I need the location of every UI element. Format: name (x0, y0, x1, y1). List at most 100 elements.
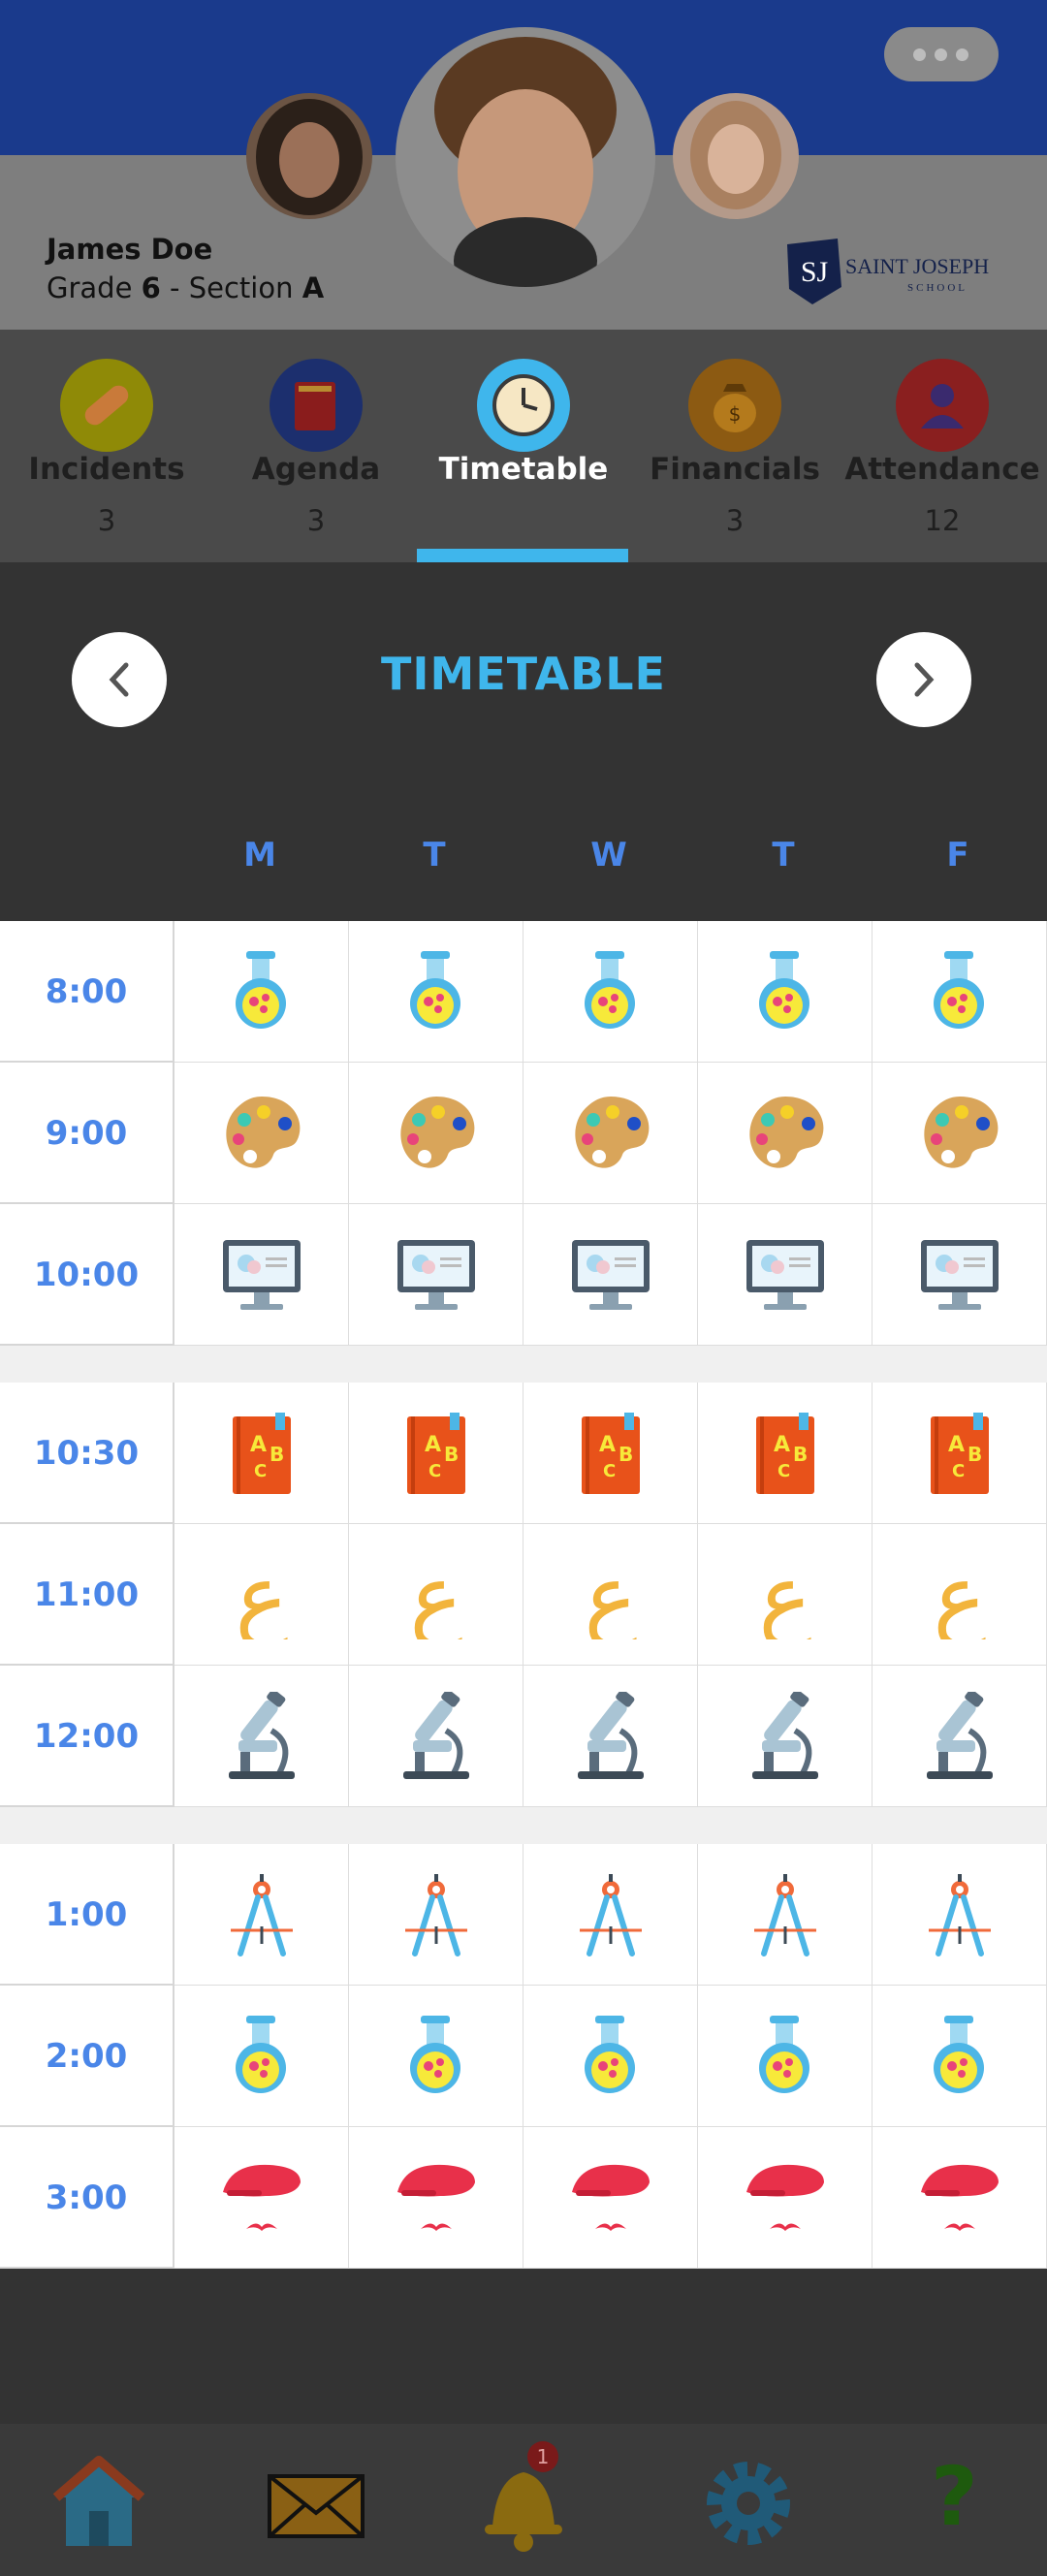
svg-text:ع: ع (236, 1550, 289, 1639)
timetable-cell[interactable] (349, 921, 524, 1063)
compass-icon (929, 1874, 991, 1956)
settings-button[interactable] (700, 2455, 797, 2556)
timetable-cell[interactable] (698, 1063, 872, 1204)
svg-text:A: A (948, 1433, 965, 1457)
timetable-cell[interactable] (174, 1204, 349, 1346)
palette-icon (575, 1097, 650, 1168)
timetable-cell[interactable] (174, 1844, 349, 1986)
tab-label: Timetable (438, 452, 609, 487)
timetable-cell[interactable] (174, 921, 349, 1063)
timetable-cell[interactable] (872, 1204, 1047, 1346)
messages-button[interactable] (268, 2474, 365, 2542)
active-tab-indicator (417, 549, 628, 562)
student-grade: Grade 6 - Section A (47, 271, 324, 304)
sibling-avatar-left[interactable] (246, 93, 372, 219)
tab-timetable[interactable]: Timetable (419, 330, 628, 562)
time-slot-label: 11:00 (0, 1524, 174, 1666)
abc-book-icon: A BC (756, 1413, 814, 1494)
arabic-letter-icon: ع (934, 1550, 987, 1639)
timetable-cell[interactable]: ع (174, 1524, 349, 1666)
flask-icon (759, 2016, 809, 2093)
tab-attendance[interactable]: Attendance 12 (838, 330, 1047, 562)
computer-icon (223, 1240, 301, 1310)
flask-icon (410, 2016, 460, 2093)
notifications-button[interactable]: 1 (475, 2441, 572, 2560)
grade-prefix: Grade (47, 271, 142, 304)
timetable-cell[interactable] (349, 1986, 524, 2127)
timetable-cell[interactable] (698, 1204, 872, 1346)
arabic-letter-icon: ع (759, 1550, 812, 1639)
tab-agenda[interactable]: Agenda 3 (211, 330, 421, 562)
timetable-cell[interactable] (698, 1666, 872, 1807)
timetable-cell[interactable]: ع (524, 1524, 698, 1666)
timetable-cell[interactable] (349, 1204, 524, 1346)
timetable-cell[interactable] (524, 921, 698, 1063)
computer-icon (397, 1240, 475, 1310)
timetable-cell[interactable] (524, 1063, 698, 1204)
microscope-icon (578, 1692, 644, 1779)
help-button[interactable]: ? (931, 2449, 978, 2544)
timetable-cell[interactable] (872, 1666, 1047, 1807)
timetable-cell[interactable] (698, 1986, 872, 2127)
timetable-cell[interactable] (872, 921, 1047, 1063)
timetable-cell[interactable] (872, 2127, 1047, 2269)
palette-icon (400, 1097, 475, 1168)
timetable-cell[interactable]: ع (872, 1524, 1047, 1666)
timetable-cell[interactable]: ABC (174, 1383, 349, 1524)
microscope-icon (403, 1692, 469, 1779)
compass-icon (580, 1874, 642, 1956)
svg-text:A: A (425, 1433, 441, 1457)
timetable-cell[interactable] (524, 1204, 698, 1346)
microscope-icon (927, 1692, 993, 1779)
tab-financials[interactable]: $ Financials 3 (630, 330, 840, 562)
svg-text:B: B (968, 1443, 982, 1466)
tab-incidents[interactable]: Incidents 3 (2, 330, 211, 562)
tab-count: 3 (97, 504, 116, 537)
timetable-cell[interactable] (872, 1986, 1047, 2127)
timetable-cell[interactable] (872, 1063, 1047, 1204)
timetable-cell[interactable] (524, 2127, 698, 2269)
abc-book-icon: A BC (233, 1413, 291, 1494)
timetable-cell[interactable]: ABC (524, 1383, 698, 1524)
student-avatar[interactable] (396, 27, 655, 287)
timetable-cell[interactable] (698, 921, 872, 1063)
svg-text:ع: ع (585, 1550, 638, 1639)
svg-text:ع: ع (410, 1550, 463, 1639)
home-button[interactable] (50, 2455, 147, 2556)
beret-mustache-icon (746, 2164, 824, 2231)
flask-icon (585, 951, 635, 1029)
money-bag-icon: $ (688, 359, 781, 452)
timetable-cell[interactable]: ع (698, 1524, 872, 1666)
flask-icon (759, 951, 809, 1029)
day-header-tuesday: T (423, 836, 446, 875)
timetable-cell[interactable] (524, 1986, 698, 2127)
timetable-cell[interactable]: ABC (349, 1383, 524, 1524)
timetable-cell[interactable] (349, 1844, 524, 1986)
timetable-cell[interactable] (698, 1844, 872, 1986)
person-icon (896, 359, 989, 452)
timetable-cell[interactable] (174, 1666, 349, 1807)
time-slot-label: 3:00 (0, 2127, 174, 2269)
day-header-wednesday: W (590, 836, 627, 875)
sibling-avatar-right[interactable] (673, 93, 799, 219)
bandage-icon (60, 359, 153, 452)
more-menu-button[interactable] (884, 27, 999, 81)
timetable-cell[interactable] (349, 2127, 524, 2269)
timetable-cell[interactable]: ع (349, 1524, 524, 1666)
timetable-cell[interactable] (174, 1986, 349, 2127)
timetable-cell[interactable] (349, 1666, 524, 1807)
mail-icon (268, 2474, 365, 2538)
timetable-cell[interactable]: ABC (698, 1383, 872, 1524)
timetable-cell[interactable] (872, 1844, 1047, 1986)
computer-icon (572, 1240, 650, 1310)
svg-text:A: A (250, 1433, 267, 1457)
next-week-button[interactable] (876, 632, 971, 727)
timetable-cell[interactable] (524, 1666, 698, 1807)
section-prefix: - Section (160, 271, 302, 304)
timetable-cell[interactable] (698, 2127, 872, 2269)
timetable-cell[interactable]: ABC (872, 1383, 1047, 1524)
timetable-cell[interactable] (349, 1063, 524, 1204)
timetable-cell[interactable] (174, 1063, 349, 1204)
timetable-cell[interactable] (174, 2127, 349, 2269)
timetable-cell[interactable] (524, 1844, 698, 1986)
